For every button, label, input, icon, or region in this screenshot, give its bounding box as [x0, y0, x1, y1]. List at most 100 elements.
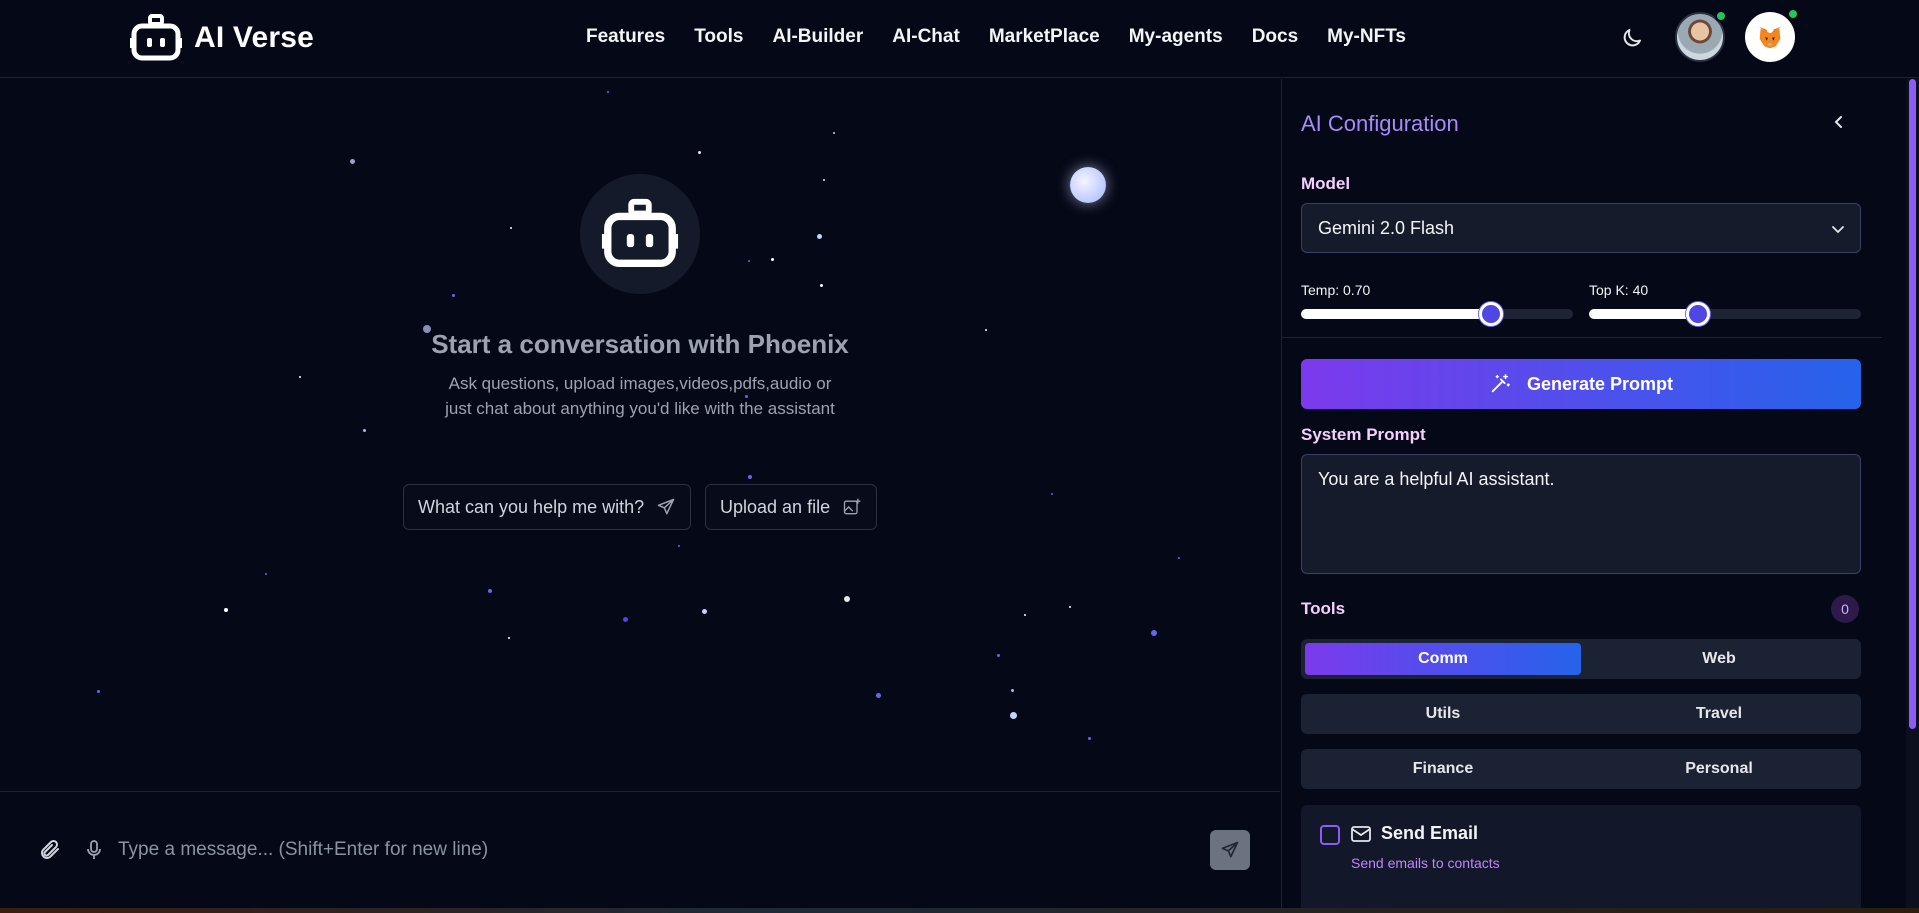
send-icon	[1221, 841, 1239, 858]
wallet-connected-dot	[1787, 8, 1799, 20]
voice-input-button[interactable]	[84, 839, 104, 861]
star-decoration	[833, 132, 835, 134]
star-decoration	[771, 258, 774, 261]
theme-toggle-button[interactable]	[1620, 26, 1644, 50]
temperature-slider-thumb[interactable]	[1479, 302, 1503, 326]
star-decoration	[510, 227, 512, 229]
star-decoration	[1051, 493, 1053, 495]
wallet-avatar[interactable]	[1745, 8, 1799, 62]
star-decoration	[1069, 606, 1071, 608]
panel-scrollbar[interactable]	[1906, 79, 1919, 913]
tool-category-row-3: Finance Personal	[1301, 749, 1861, 789]
mail-icon	[1351, 826, 1371, 842]
tab-travel[interactable]: Travel	[1581, 698, 1857, 730]
app-logo[interactable]: AI Verse	[128, 14, 314, 62]
star-decoration	[299, 376, 301, 378]
star-decoration	[997, 654, 1000, 657]
tool-category-row-2: Utils Travel	[1301, 694, 1861, 734]
star-decoration	[876, 693, 881, 698]
nav-ai-chat[interactable]: AI-Chat	[892, 26, 960, 48]
star-decoration	[363, 429, 366, 432]
user-avatar[interactable]	[1675, 10, 1727, 62]
topk-slider-fill	[1589, 309, 1698, 319]
bottom-edge	[0, 908, 1919, 913]
nav-ai-builder[interactable]: AI-Builder	[772, 26, 863, 48]
online-status-dot	[1715, 10, 1727, 22]
upload-file-button[interactable]: Upload an file	[705, 484, 878, 530]
topk-slider[interactable]	[1589, 302, 1861, 326]
main-nav: Features Tools AI-Builder AI-Chat Market…	[586, 26, 1435, 48]
system-prompt-label: System Prompt	[1301, 425, 1426, 444]
system-prompt-input[interactable]	[1301, 454, 1861, 574]
star-decoration	[350, 159, 355, 164]
star-decoration	[1011, 689, 1014, 692]
model-label: Model	[1301, 174, 1351, 193]
chevron-left-icon	[1834, 116, 1842, 128]
attach-file-button[interactable]	[38, 838, 62, 862]
panel-scrollbar-thumb[interactable]	[1909, 79, 1916, 729]
suggestion-help-label: What can you help me with?	[418, 496, 645, 517]
star-decoration	[265, 573, 267, 575]
star-decoration	[224, 608, 228, 612]
message-input[interactable]	[118, 830, 1188, 870]
star-decoration	[1024, 614, 1026, 616]
star-decoration	[702, 609, 707, 614]
star-decoration	[844, 596, 850, 602]
moon-icon	[1623, 29, 1641, 47]
tab-web[interactable]: Web	[1581, 643, 1857, 675]
star-decoration	[97, 690, 100, 693]
star-decoration	[817, 234, 822, 239]
star-decoration	[820, 284, 823, 287]
section-divider	[1282, 337, 1882, 338]
nav-marketplace[interactable]: MarketPlace	[989, 26, 1100, 48]
topk-slider-thumb[interactable]	[1686, 302, 1710, 326]
tab-utils[interactable]: Utils	[1305, 698, 1581, 730]
send-icon	[657, 498, 675, 515]
ai-configuration-panel: AI Configuration Model Gemini 2.0 Flash …	[1281, 79, 1906, 913]
star-decoration	[1088, 737, 1091, 740]
suggestion-help-button[interactable]: What can you help me with?	[403, 484, 692, 530]
send-email-checkbox[interactable]	[1320, 825, 1340, 845]
collapse-panel-button[interactable]	[1828, 111, 1850, 133]
welcome-title: Start a conversation with Phoenix	[431, 329, 849, 359]
temperature-slider[interactable]	[1301, 302, 1573, 326]
star-decoration	[1010, 712, 1017, 719]
star-decoration	[452, 294, 455, 297]
send-message-button[interactable]	[1210, 830, 1250, 870]
panel-title: AI Configuration	[1301, 111, 1459, 136]
star-decoration	[985, 329, 987, 331]
nav-docs[interactable]: Docs	[1252, 26, 1298, 48]
tab-finance[interactable]: Finance	[1305, 753, 1581, 785]
topk-label: Top K: 40	[1589, 282, 1649, 298]
temperature-label: Temp: 0.70	[1301, 282, 1371, 298]
tool-description: Send emails to contacts	[1351, 855, 1500, 871]
chevron-down-icon	[1832, 226, 1844, 234]
star-decoration	[823, 179, 825, 181]
model-selected-value: Gemini 2.0 Flash	[1318, 217, 1455, 238]
star-decoration	[623, 617, 628, 622]
star-decoration	[748, 260, 750, 262]
app-name: AI Verse	[194, 21, 315, 54]
chat-area: Start a conversation with Phoenix Ask qu…	[0, 79, 1280, 791]
tab-comm[interactable]: Comm	[1305, 643, 1581, 675]
tools-count-badge: 0	[1831, 595, 1859, 623]
tab-personal[interactable]: Personal	[1581, 753, 1857, 785]
nav-my-nfts[interactable]: My-NFTs	[1327, 26, 1406, 48]
star-decoration	[488, 589, 492, 593]
generate-prompt-label: Generate Prompt	[1526, 373, 1674, 394]
moon-decoration	[1070, 167, 1106, 203]
star-decoration	[508, 637, 510, 639]
model-select[interactable]: Gemini 2.0 Flash	[1301, 203, 1861, 253]
message-composer	[0, 791, 1280, 913]
nav-tools[interactable]: Tools	[694, 26, 743, 48]
upload-file-label: Upload an file	[720, 496, 831, 517]
star-decoration	[698, 151, 701, 154]
welcome-subtitle: Ask questions, upload images,videos,pdfs…	[445, 374, 835, 418]
tools-label: Tools	[1301, 599, 1346, 618]
generate-prompt-button[interactable]: Generate Prompt	[1301, 359, 1861, 409]
star-decoration	[748, 475, 752, 479]
top-navbar: AI Verse Features Tools AI-Builder AI-Ch…	[0, 0, 1919, 78]
metamask-fox-icon	[1758, 26, 1782, 49]
nav-features[interactable]: Features	[586, 26, 665, 48]
nav-my-agents[interactable]: My-agents	[1129, 26, 1223, 48]
